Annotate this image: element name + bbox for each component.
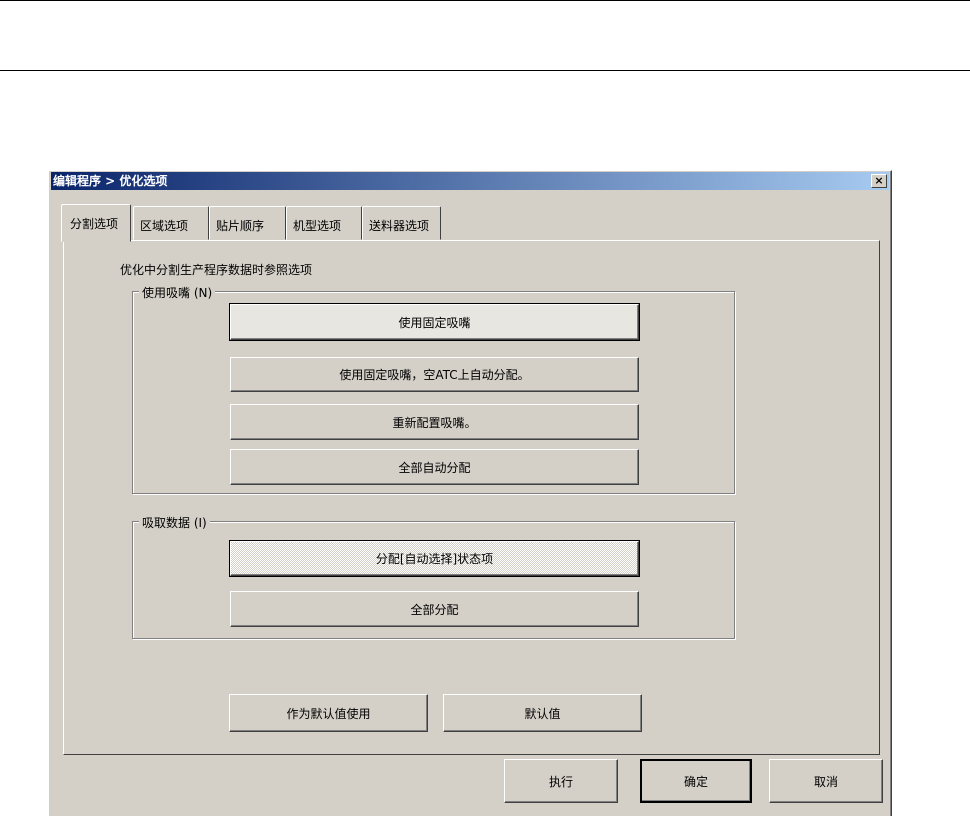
- group-label: 吸取数据 (I): [139, 514, 210, 531]
- tab-label: 区域选项: [140, 219, 189, 233]
- panel-description: 优化中分割生产程序数据时参照选项: [120, 263, 313, 277]
- fixed-nozzle-auto-atc-button[interactable]: 使用固定吸嘴，空ATC上自动分配。: [230, 357, 639, 392]
- use-as-default-button[interactable]: 作为默认值使用: [229, 694, 428, 732]
- nozzle-group: 使用吸嘴 (N) 使用固定吸嘴 使用固定吸嘴，空ATC上自动分配。 重新配置吸嘴…: [132, 284, 735, 494]
- top-rule: [0, 0, 970, 1]
- ok-button[interactable]: 确定: [640, 759, 752, 803]
- fixed-nozzle-button[interactable]: 使用固定吸嘴: [229, 303, 640, 341]
- cancel-button[interactable]: 取消: [769, 759, 883, 803]
- tab-feeder-options[interactable]: 送料器选项: [362, 206, 441, 240]
- pickup-data-group: 吸取数据 (I) 分配[自动选择]状态项 全部分配: [132, 514, 735, 639]
- reconfigure-nozzle-button[interactable]: 重新配置吸嘴。: [230, 404, 639, 440]
- tab-placement-order[interactable]: 贴片顺序: [209, 206, 286, 240]
- window-title: 编辑程序 > 优化选项: [53, 174, 168, 188]
- tab-split-options[interactable]: 分割选项: [61, 204, 131, 242]
- close-icon[interactable]: ×: [871, 174, 887, 188]
- optimization-options-dialog: 编辑程序 > 优化选项 × 分割选项 区域选项 贴片顺序 机型选项 送料器选项 …: [48, 170, 892, 816]
- tab-label: 机型选项: [293, 219, 342, 233]
- header-rule: [0, 70, 970, 71]
- auto-assign-all-button[interactable]: 全部自动分配: [230, 449, 639, 485]
- default-button[interactable]: 默认值: [443, 694, 642, 732]
- assign-auto-select-button[interactable]: 分配[自动选择]状态项: [229, 540, 640, 577]
- group-label: 使用吸嘴 (N): [139, 284, 216, 301]
- tab-label: 送料器选项: [369, 219, 430, 233]
- tab-area-options[interactable]: 区域选项: [133, 206, 209, 240]
- title-bar: 编辑程序 > 优化选项 ×: [51, 172, 889, 190]
- tab-machine-options[interactable]: 机型选项: [286, 206, 362, 240]
- assign-all-button[interactable]: 全部分配: [230, 591, 639, 627]
- tab-label: 贴片顺序: [216, 219, 265, 233]
- tab-label: 分割选项: [70, 217, 119, 231]
- tab-panel: 优化中分割生产程序数据时参照选项 使用吸嘴 (N) 使用固定吸嘴 使用固定吸嘴，…: [63, 240, 880, 755]
- execute-button[interactable]: 执行: [504, 759, 618, 803]
